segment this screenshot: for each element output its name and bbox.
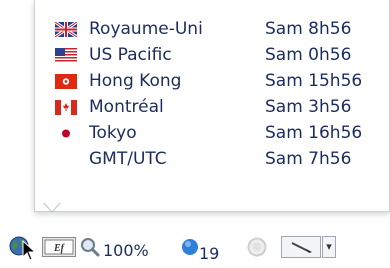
- clock-row-us-pacific: US Pacific Sam 0h56: [55, 42, 362, 68]
- clock-row-uk: Royaume-Uni Sam 8h56: [55, 16, 362, 42]
- popup-pointer-fill: [44, 202, 60, 211]
- clock-list: Royaume-Uni Sam 8h56 US Pacific Sam 0h56: [55, 16, 362, 172]
- clock-time: Sam 3h56: [265, 97, 352, 117]
- pen-tool-icon: [291, 242, 312, 253]
- uk-flag-icon: [55, 21, 77, 37]
- jp-flag-icon: [55, 125, 77, 141]
- clock-city: Royaume-Uni: [89, 19, 203, 39]
- world-clock-popup: Royaume-Uni Sam 8h56 US Pacific Sam 0h56: [34, 0, 390, 212]
- svg-text:Ef: Ef: [53, 243, 66, 254]
- clock-city: GMT/UTC: [89, 149, 167, 169]
- zoom-magnifier-icon[interactable]: [80, 237, 100, 257]
- hk-flag-icon: [55, 73, 77, 89]
- font-icon[interactable]: Ef: [42, 237, 76, 257]
- blue-bubble-icon[interactable]: [181, 238, 199, 256]
- mouse-cursor-icon: [22, 240, 37, 261]
- zoom-level[interactable]: 100%: [103, 241, 149, 260]
- clock-time: Sam 16h56: [265, 123, 363, 143]
- clock-time: Sam 8h56: [265, 19, 352, 39]
- clock-row-montreal: Montréal Sam 3h56: [55, 94, 362, 120]
- clock-city: Tokyo: [89, 123, 137, 143]
- us-flag-icon: [55, 47, 77, 63]
- tool-button[interactable]: [281, 236, 321, 258]
- clock-row-gmt-utc: GMT/UTC Sam 7h56: [55, 146, 362, 172]
- ca-flag-icon: [55, 99, 77, 115]
- clock-row-hong-kong: Hong Kong Sam 15h56: [55, 68, 362, 94]
- clock-row-tokyo: Tokyo Sam 16h56: [55, 120, 362, 146]
- notification-count[interactable]: 19: [199, 244, 219, 263]
- clock-time: Sam 0h56: [265, 45, 352, 65]
- status-bar: Ef 100% 19 ▾: [0, 226, 390, 268]
- clock-time: Sam 15h56: [265, 71, 363, 91]
- clock-time: Sam 7h56: [265, 149, 352, 169]
- clock-city: Montréal: [89, 97, 164, 117]
- clock-city: Hong Kong: [89, 71, 182, 91]
- disabled-circle-icon: [247, 237, 267, 257]
- tool-dropdown-button[interactable]: ▾: [322, 236, 336, 258]
- clock-city: US Pacific: [89, 45, 172, 65]
- no-flag-spacer: [55, 152, 77, 167]
